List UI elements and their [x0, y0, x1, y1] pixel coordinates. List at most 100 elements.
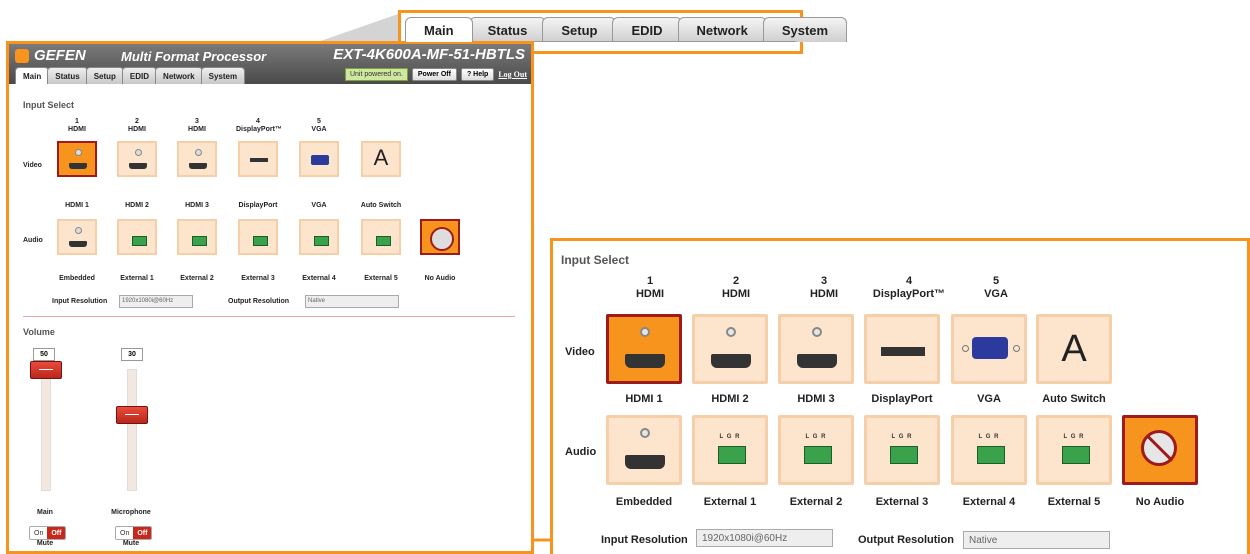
led-icon — [640, 428, 650, 438]
logout-link[interactable]: Log Out — [498, 70, 527, 79]
audio-source-button[interactable] — [238, 219, 278, 255]
tab-main[interactable]: Main — [15, 67, 50, 84]
terminal-label: L G R — [719, 434, 741, 440]
source-number: 4 — [256, 118, 260, 125]
video-source-button[interactable] — [864, 314, 940, 384]
status-badge: Unit powered on. — [344, 68, 408, 81]
audio-source-button[interactable] — [1122, 415, 1198, 485]
mic-volume-slider-handle[interactable] — [116, 406, 148, 424]
audio-source-button[interactable]: L G R — [951, 415, 1027, 485]
audio-row-label: Audio — [565, 446, 597, 458]
help-button[interactable]: ? Help — [460, 68, 495, 81]
video-source-button[interactable] — [299, 141, 339, 177]
source-type: VGA — [311, 126, 327, 133]
audio-source-button[interactable]: L G R — [692, 415, 768, 485]
video-source-button[interactable] — [778, 314, 854, 384]
audio-source-button[interactable] — [117, 219, 157, 255]
audio-source-label: External 1 — [120, 275, 154, 282]
tab-setup[interactable]: Setup — [542, 17, 617, 42]
mute-off-option[interactable]: Off — [133, 527, 152, 539]
source-number: 3 — [195, 118, 199, 125]
audio-source-button[interactable] — [57, 219, 97, 255]
output-resolution-field: Native — [305, 295, 399, 308]
output-resolution-field: Native — [963, 531, 1110, 549]
audio-source-button[interactable] — [606, 415, 682, 485]
main-tabs: Main Status Setup EDID Network System — [15, 67, 246, 84]
video-row-label: Video — [565, 346, 595, 358]
video-source-button[interactable] — [692, 314, 768, 384]
vga-icon — [972, 337, 1008, 359]
source-header: 5 VGA — [297, 118, 341, 134]
input-resolution-field: 1920x1080i@60Hz — [119, 295, 193, 308]
audio-source-label: External 4 — [302, 275, 336, 282]
source-number: 2 — [732, 275, 740, 287]
terminal-block-icon — [718, 446, 746, 464]
mute-on-option[interactable]: On — [30, 527, 48, 539]
tab-system[interactable]: System — [200, 67, 246, 84]
screw-icon — [1013, 345, 1020, 352]
video-source-button[interactable]: A — [1036, 314, 1112, 384]
audio-source-button[interactable] — [361, 219, 401, 255]
video-source-button[interactable] — [238, 141, 278, 177]
source-number: 2 — [135, 118, 139, 125]
tab-system[interactable]: System — [762, 17, 848, 42]
mute-off-option[interactable]: Off — [47, 527, 66, 539]
source-header: 4 DisplayPort™ — [236, 118, 282, 134]
tab-setup[interactable]: Setup — [85, 67, 124, 84]
terminal-block-icon — [890, 446, 918, 464]
terminal-block-icon — [376, 236, 391, 246]
tab-edid[interactable]: EDID — [612, 17, 682, 42]
audio-source-label: No Audio — [424, 275, 456, 282]
video-source-button[interactable] — [57, 141, 97, 177]
audio-source-button[interactable]: L G R — [778, 415, 854, 485]
source-type: HDMI — [188, 126, 206, 133]
tab-network[interactable]: Network — [155, 67, 203, 84]
source-number: 4 — [905, 275, 913, 287]
main-volume-track[interactable] — [41, 369, 51, 491]
video-source-button[interactable] — [117, 141, 157, 177]
video-source-button[interactable] — [177, 141, 217, 177]
mic-volume-track[interactable] — [127, 369, 137, 491]
tab-edid[interactable]: EDID — [121, 67, 158, 84]
audio-source-button[interactable] — [177, 219, 217, 255]
audio-source-button[interactable] — [420, 219, 460, 255]
mic-volume-value[interactable]: 30 — [121, 348, 143, 361]
mic-mute-toggle[interactable]: On Off — [115, 526, 153, 540]
tab-status[interactable]: Status — [468, 17, 547, 42]
video-source-button[interactable] — [606, 314, 682, 384]
vga-icon — [311, 155, 329, 165]
hdmi-icon — [625, 354, 665, 368]
source-header: 2 HDMI — [115, 118, 159, 134]
led-icon — [135, 149, 142, 156]
main-volume-slider-handle[interactable] — [30, 361, 62, 379]
hdmi-icon — [711, 354, 751, 368]
source-type: HDMI — [635, 288, 665, 300]
main-volume-value[interactable]: 50 — [33, 348, 55, 361]
power-off-button[interactable]: Power Off — [411, 68, 457, 81]
source-number: 5 — [992, 275, 1000, 287]
terminal-label: L G R — [978, 434, 1000, 440]
video-source-label: Auto Switch — [360, 202, 402, 209]
video-source-label: HDMI 2 — [125, 202, 149, 209]
tab-network[interactable]: Network — [677, 17, 767, 42]
main-mute-toggle[interactable]: On Off — [29, 526, 67, 540]
audio-source-button[interactable]: L G R — [864, 415, 940, 485]
audio-source-button[interactable] — [299, 219, 339, 255]
video-source-label: HDMI 3 — [185, 202, 209, 209]
displayport-icon — [250, 158, 268, 162]
video-source-button[interactable] — [951, 314, 1027, 384]
audio-source-label: External 3 — [241, 275, 275, 282]
audio-source-button[interactable]: L G R — [1036, 415, 1112, 485]
tab-main[interactable]: Main — [405, 17, 473, 42]
tab-status[interactable]: Status — [47, 67, 88, 84]
source-number: 3 — [820, 275, 828, 287]
source-type: VGA — [984, 288, 1008, 300]
video-source-button[interactable]: A — [361, 141, 401, 177]
product-title: Multi Format Processor — [121, 49, 267, 64]
hdmi-icon — [129, 163, 147, 169]
output-resolution-label: Output Resolution — [228, 298, 290, 305]
terminal-block-icon — [804, 446, 832, 464]
mute-on-option[interactable]: On — [116, 527, 134, 539]
source-type: DisplayPort™ — [872, 288, 946, 300]
audio-source-label: External 2 — [180, 275, 214, 282]
